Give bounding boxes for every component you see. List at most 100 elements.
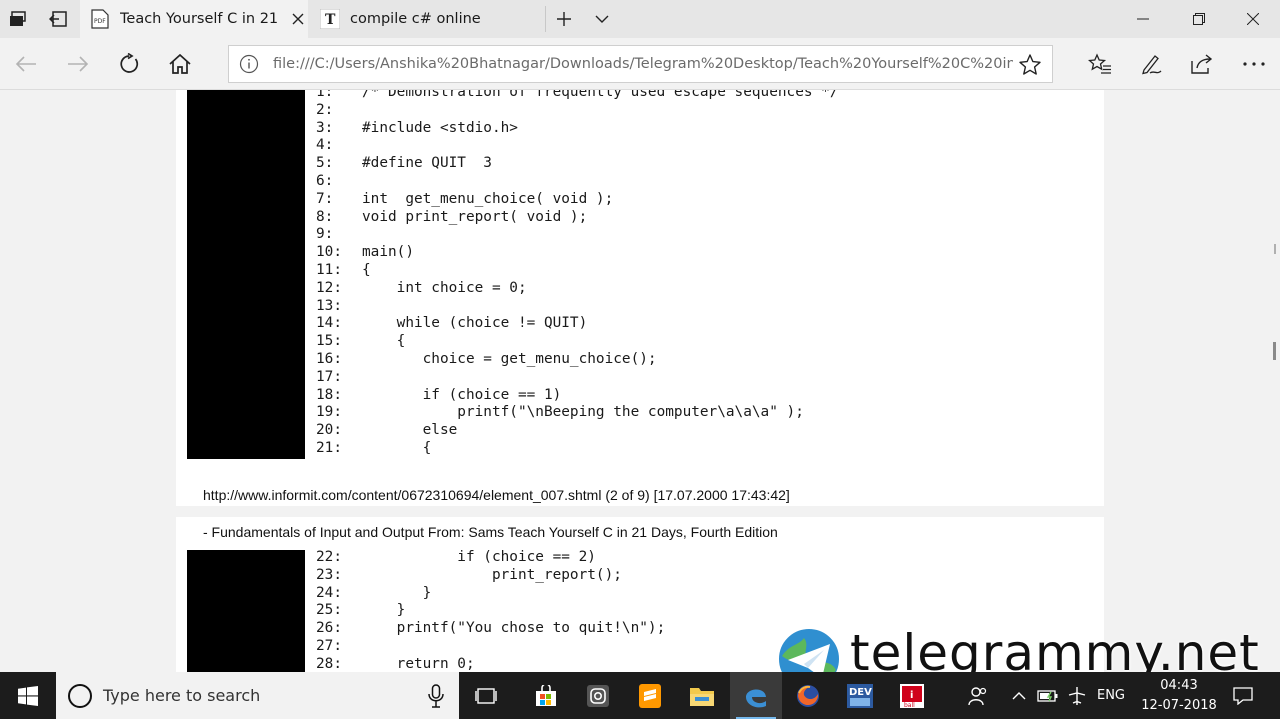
svg-text:ball: ball — [904, 702, 915, 709]
close-icon[interactable] — [288, 9, 308, 29]
address-url[interactable]: file:///C:/Users/Anshika%20Bhatnagar/Dow… — [273, 56, 1013, 72]
taskbar-search[interactable]: Type here to search — [56, 672, 459, 719]
svg-text:i: i — [910, 690, 913, 701]
windows-start-icon[interactable] — [0, 672, 56, 719]
code-line: 6: — [316, 173, 839, 191]
tab-compile-csharp[interactable]: T compile c# online — [310, 0, 544, 38]
code-line: 1: /* Demonstration of frequently used es… — [316, 90, 839, 102]
line-number: 16: — [316, 350, 342, 367]
code-listing: 1: /* Demonstration of frequently used es… — [316, 90, 839, 458]
t-icon: T — [320, 9, 340, 29]
line-number: 28: — [316, 655, 342, 672]
language-indicator[interactable]: ENG — [1092, 672, 1130, 719]
line-number: 15: — [316, 333, 342, 350]
system-clock[interactable]: 04:43 12-07-2018 — [1138, 676, 1220, 716]
airplane-mode-icon[interactable] — [1064, 672, 1090, 719]
code-line: 17: — [316, 369, 839, 387]
edge-browser-icon[interactable] — [730, 672, 782, 719]
line-number: 27: — [316, 637, 342, 654]
cortana-icon[interactable] — [68, 684, 92, 708]
iball-icon[interactable]: i ball — [886, 672, 938, 719]
line-code: else — [362, 422, 458, 439]
chevron-down-icon[interactable] — [584, 0, 620, 38]
file-explorer-icon[interactable] — [676, 672, 728, 719]
line-number: 24: — [316, 584, 342, 601]
chevron-up-icon[interactable] — [1006, 672, 1032, 719]
line-number: 26: — [316, 620, 342, 637]
favorite-star-icon[interactable] — [1018, 53, 1042, 77]
search-placeholder[interactable]: Type here to search — [103, 686, 260, 705]
line-number: 4: — [316, 137, 334, 154]
home-icon[interactable] — [160, 46, 200, 82]
line-code: return 0; — [362, 655, 475, 672]
pen-icon[interactable] — [1131, 46, 1171, 82]
line-number: 8: — [316, 208, 334, 225]
new-tab-icon[interactable] — [546, 0, 582, 38]
scrollbar-thumb[interactable] — [1273, 342, 1276, 360]
firefox-icon[interactable] — [782, 672, 834, 719]
people-icon[interactable] — [960, 672, 996, 719]
svg-text:T: T — [325, 12, 336, 28]
store-icon[interactable] — [520, 672, 572, 719]
address-bar[interactable]: file:///C:/Users/Anshika%20Bhatnagar/Dow… — [228, 45, 1053, 83]
clock-date: 12-07-2018 — [1141, 698, 1217, 713]
tab-preview-icon[interactable] — [0, 0, 36, 38]
code-line: 26: printf("You chose to quit!\n"); — [316, 620, 665, 638]
line-code: void print_report( void ); — [362, 208, 588, 225]
taskbar: Type here to search DEV i ball ENG 04:43… — [0, 672, 1280, 719]
tab-teach-yourself-c[interactable]: PDF Teach Yourself C in 21 D — [80, 0, 308, 38]
scrollbar-arrow[interactable] — [1274, 244, 1276, 254]
share-icon[interactable] — [1182, 46, 1222, 82]
code-listing: 22: if (choice == 2) 23: print_report(); 2… — [316, 549, 665, 672]
code-line: 14: while (choice != QUIT) — [316, 315, 839, 333]
code-line: 9: — [316, 226, 839, 244]
more-menu-icon[interactable] — [1234, 46, 1274, 82]
sublime-text-icon[interactable] — [624, 672, 676, 719]
pdf-icon: PDF — [90, 9, 110, 29]
line-code: while (choice != QUIT) — [362, 315, 588, 332]
task-view-icon[interactable] — [460, 672, 512, 719]
pdf-page: 1: /* Demonstration of frequently used es… — [176, 90, 1104, 506]
close-window-icon[interactable] — [1228, 0, 1278, 38]
minimize-icon[interactable] — [1118, 0, 1168, 38]
forward-arrow-icon[interactable] — [58, 46, 98, 82]
microphone-icon[interactable] — [426, 684, 446, 708]
dev-cpp-icon[interactable]: DEV — [834, 672, 886, 719]
line-number: 1: — [316, 90, 334, 100]
favorites-hub-icon[interactable] — [1080, 46, 1120, 82]
battery-icon[interactable] — [1034, 672, 1062, 719]
line-code: if (choice == 1) — [362, 386, 562, 403]
line-number: 23: — [316, 566, 342, 583]
line-number: 22: — [316, 549, 342, 565]
code-line: 19: printf("\nBeeping the computer\a\a\a… — [316, 404, 839, 422]
restore-icon[interactable] — [1174, 0, 1224, 38]
line-number: 11: — [316, 261, 342, 278]
line-number: 10: — [316, 244, 342, 261]
code-line: 3: #include <stdio.h> — [316, 120, 839, 138]
line-number: 13: — [316, 297, 342, 314]
line-code: { — [362, 333, 406, 350]
instagram-icon[interactable] — [572, 672, 624, 719]
code-line: 23: print_report(); — [316, 567, 665, 585]
code-line: 5: #define QUIT 3 — [316, 155, 839, 173]
refresh-icon[interactable] — [109, 46, 149, 82]
page-viewport[interactable]: 1: /* Demonstration of frequently used es… — [0, 90, 1280, 672]
clock-time: 04:43 — [1160, 678, 1198, 693]
line-number: 18: — [316, 386, 342, 403]
code-line: 20: else — [316, 422, 839, 440]
line-number: 3: — [316, 119, 334, 136]
code-line: 12: int choice = 0; — [316, 280, 839, 298]
line-code: /* Demonstration of frequently used esca… — [362, 90, 839, 100]
line-code: main() — [362, 244, 414, 261]
line-code: choice = get_menu_choice(); — [362, 350, 657, 367]
line-code: } — [362, 602, 406, 619]
code-line: 25: } — [316, 602, 665, 620]
info-icon[interactable] — [239, 54, 259, 74]
code-line: 15: { — [316, 333, 839, 351]
svg-text:DEV: DEV — [849, 687, 872, 698]
line-number: 9: — [316, 226, 334, 243]
code-line: 21: { — [316, 440, 839, 458]
set-tabs-aside-icon[interactable] — [40, 0, 76, 38]
action-center-icon[interactable] — [1226, 672, 1260, 719]
back-arrow-icon[interactable] — [6, 46, 46, 82]
